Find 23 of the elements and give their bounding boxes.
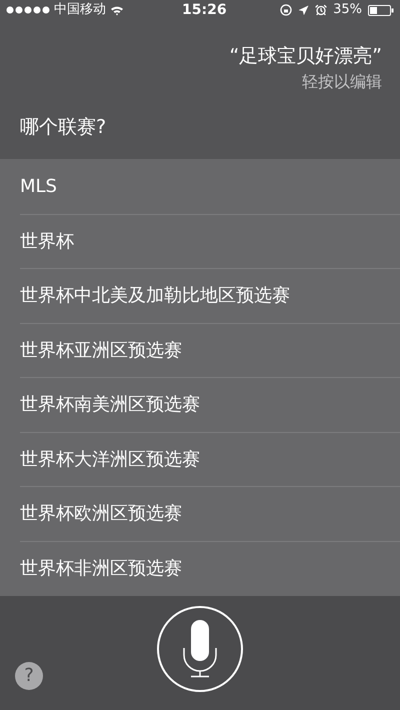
microphone-icon bbox=[183, 620, 217, 678]
signal-strength-icon bbox=[6, 6, 50, 14]
tap-to-edit-hint: 轻按以编辑 bbox=[302, 71, 382, 93]
league-option[interactable]: 世界杯大洋洲区预选赛 bbox=[20, 432, 400, 486]
carrier-name: 中国移动 bbox=[54, 1, 106, 20]
help-button[interactable]: ? bbox=[15, 662, 43, 690]
league-option[interactable]: 世界杯亚洲区预选赛 bbox=[20, 322, 400, 377]
league-option[interactable]: 世界杯欧洲区预选赛 bbox=[20, 486, 400, 540]
league-option[interactable]: 世界杯 bbox=[20, 214, 400, 268]
battery-percentage: 35% bbox=[333, 1, 362, 20]
wifi-icon bbox=[110, 4, 124, 16]
league-option[interactable]: MLS bbox=[20, 159, 400, 214]
rotation-lock-icon bbox=[280, 4, 292, 16]
spoken-phrase[interactable]: “足球宝贝好漂亮” bbox=[229, 43, 382, 69]
location-arrow-icon bbox=[298, 4, 310, 16]
status-time: 15:26 bbox=[182, 0, 227, 20]
alarm-clock-icon bbox=[315, 4, 328, 16]
siri-question: 哪个联赛? bbox=[20, 114, 106, 140]
league-option[interactable]: 世界杯中北美及加勒比地区预选赛 bbox=[20, 268, 400, 322]
microphone-button[interactable] bbox=[157, 606, 243, 692]
battery-icon bbox=[368, 4, 394, 16]
league-option[interactable]: 世界杯南美洲区预选赛 bbox=[20, 377, 400, 432]
league-option[interactable]: 世界杯非洲区预选赛 bbox=[20, 540, 400, 595]
